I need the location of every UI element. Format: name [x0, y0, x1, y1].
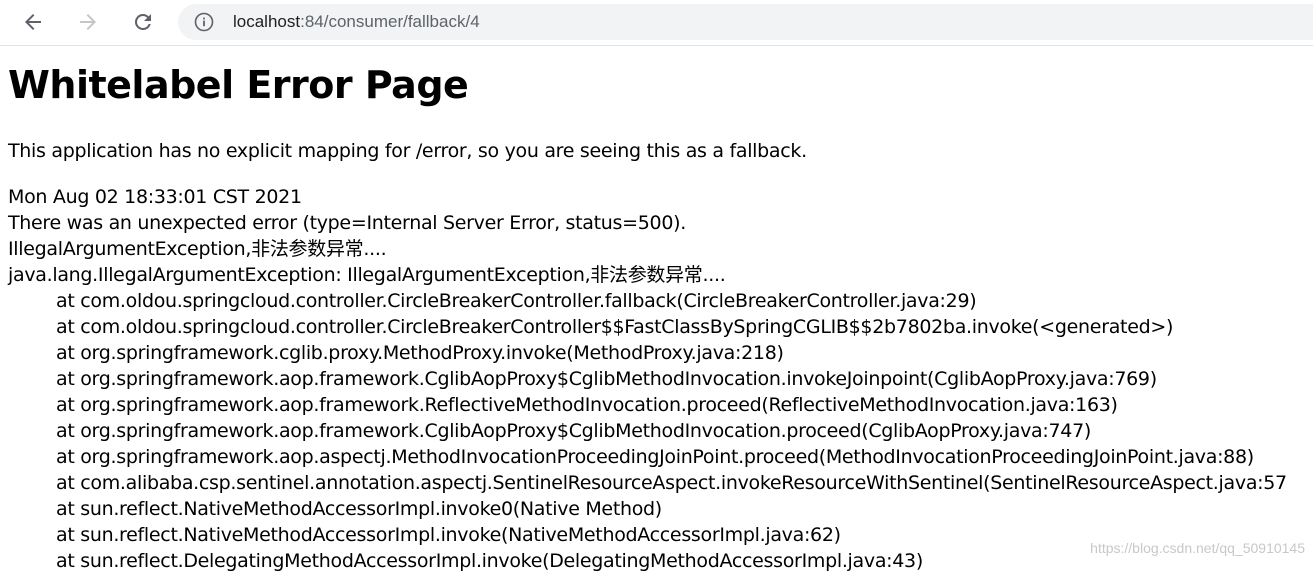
watermark-text: https://blog.csdn.net/qq_50910145 — [1090, 540, 1305, 556]
stack-trace-line: at sun.reflect.NativeMethodAccessorImpl.… — [56, 498, 662, 520]
page-content: Whitelabel Error Page This application h… — [8, 60, 1313, 574]
info-circle-icon[interactable] — [194, 12, 214, 32]
stack-trace-line: at org.springframework.aop.framework.Cgl… — [56, 420, 1091, 442]
arrow-left-icon — [25, 14, 41, 30]
error-details: Mon Aug 02 18:33:01 CST 2021 There was a… — [8, 184, 1313, 574]
arrow-right-icon — [80, 14, 96, 30]
fallback-message: This application has no explicit mapping… — [8, 140, 807, 162]
reload-icon — [134, 13, 151, 30]
url-path: :84/consumer/fallback/4 — [300, 12, 480, 31]
browser-toolbar: localhost:84/consumer/fallback/4 — [0, 0, 1313, 46]
reload-button[interactable] — [125, 4, 161, 40]
stack-trace-line: at com.oldou.springcloud.controller.Circ… — [56, 290, 977, 312]
stack-trace: at com.oldou.springcloud.controller.Circ… — [8, 288, 1313, 574]
url-text[interactable]: localhost:84/consumer/fallback/4 — [233, 12, 480, 32]
error-summary: There was an unexpected error (type=Inte… — [8, 212, 686, 234]
stack-trace-line: at org.springframework.aop.aspectj.Metho… — [56, 446, 1254, 468]
stack-trace-line: at com.oldou.springcloud.controller.Circ… — [56, 316, 1174, 338]
stack-trace-line: at com.alibaba.csp.sentinel.annotation.a… — [56, 472, 1287, 494]
forward-button[interactable] — [70, 4, 106, 40]
exception-class-line: java.lang.IllegalArgumentException: Ille… — [8, 264, 726, 286]
error-timestamp: Mon Aug 02 18:33:01 CST 2021 — [8, 186, 302, 208]
page-title: Whitelabel Error Page — [8, 63, 469, 107]
exception-message: IllegalArgumentException,非法参数异常.... — [8, 238, 387, 260]
url-host: localhost — [233, 12, 301, 31]
stack-trace-line: at org.springframework.aop.framework.Cgl… — [56, 368, 1157, 390]
stack-trace-line: at org.springframework.cglib.proxy.Metho… — [56, 342, 784, 364]
back-button[interactable] — [15, 4, 51, 40]
address-bar[interactable]: localhost:84/consumer/fallback/4 — [178, 4, 1313, 40]
stack-trace-line: at org.springframework.aop.framework.Ref… — [56, 394, 1118, 416]
